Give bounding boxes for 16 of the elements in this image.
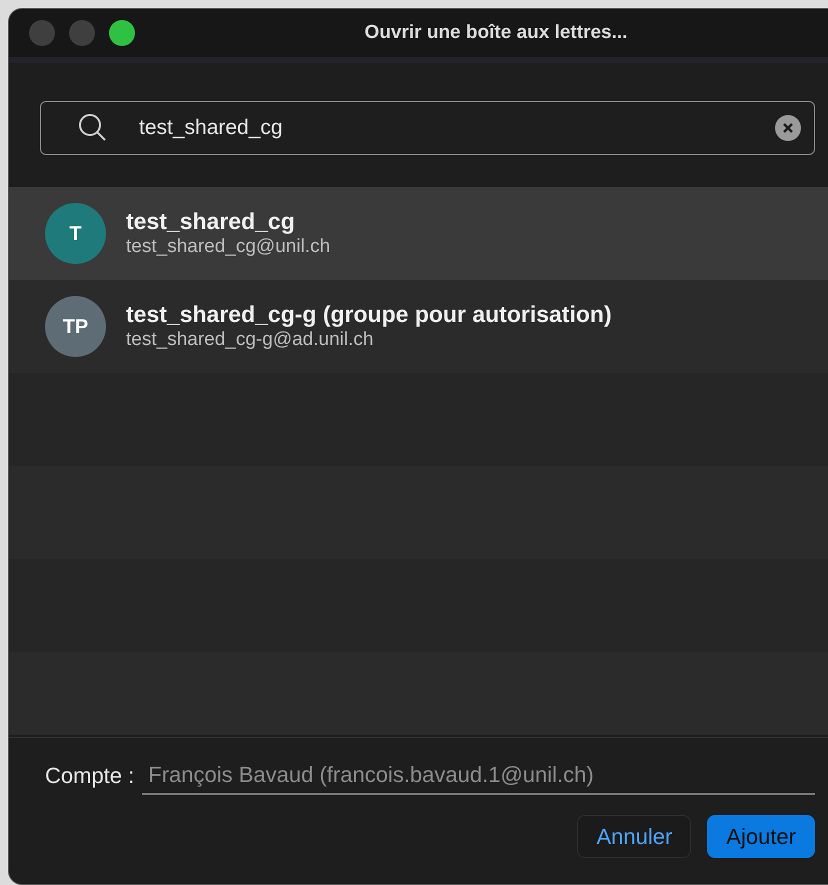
search-icon (78, 113, 108, 143)
avatar: TP (45, 296, 106, 357)
maximize-icon[interactable] (109, 20, 135, 46)
result-name: test_shared_cg (126, 208, 296, 236)
add-button[interactable]: Ajouter (707, 815, 815, 858)
result-name: test_shared_cg-g (groupe pour autorisation) (126, 301, 612, 329)
result-row[interactable]: T test_shared_cg test_shared_cg@unil.ch (9, 187, 828, 280)
result-email: test_shared_cg-g@ad.unil.ch (126, 328, 374, 352)
avatar: T (45, 203, 106, 264)
window-title: Ouvrir une boîte aux lettres... (364, 20, 628, 45)
account-label: Compte : (45, 762, 134, 790)
cancel-button[interactable]: Annuler (577, 815, 692, 858)
clear-icon[interactable] (775, 115, 801, 141)
result-email: test_shared_cg@unil.ch (126, 236, 330, 259)
search-field[interactable]: test_shared_cg (40, 101, 815, 155)
result-row[interactable]: TP test_shared_cg-g (groupe pour autorisation) test_shared_cg-g@ad.unil.ch (9, 280, 828, 373)
